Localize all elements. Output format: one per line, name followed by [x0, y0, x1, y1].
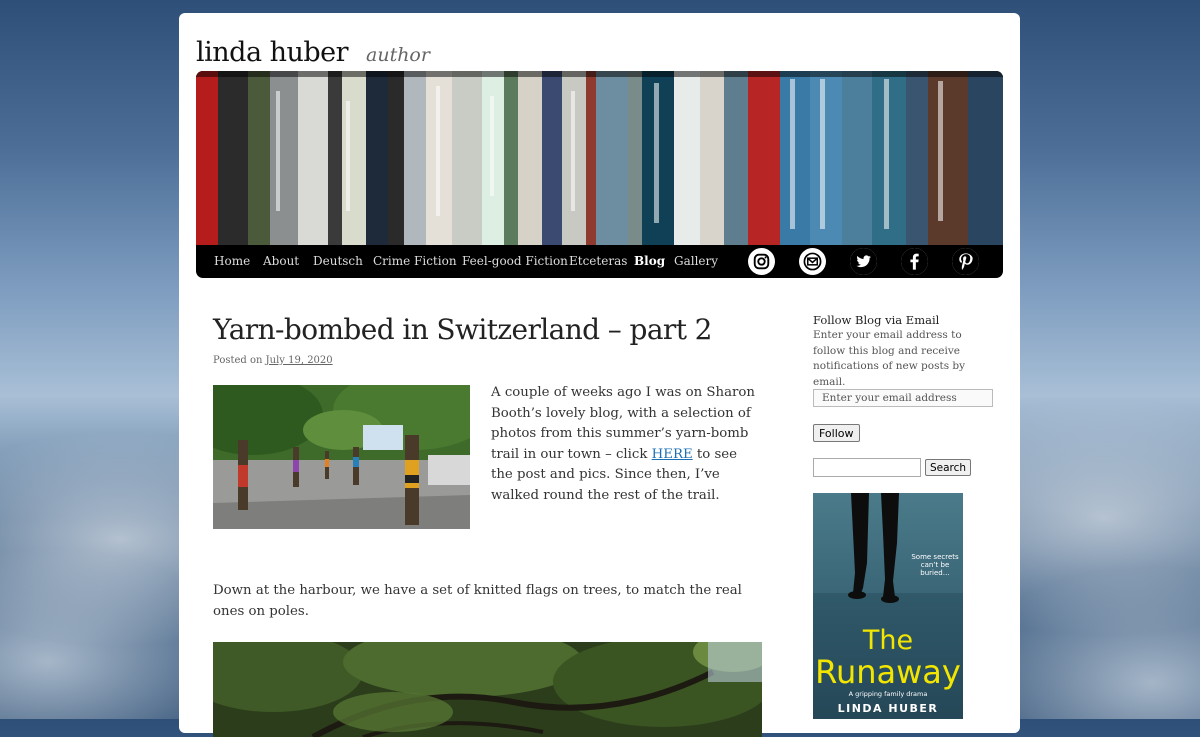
book-title-line2: Runaway [815, 653, 961, 691]
nav-deutsch[interactable]: Deutsch [313, 254, 363, 268]
email-field[interactable] [813, 389, 993, 407]
follow-widget-title: Follow Blog via Email [813, 313, 940, 327]
follow-widget-text: Enter your email address to follow this … [813, 329, 966, 388]
nav-etceteras[interactable]: Etceteras [569, 254, 627, 268]
nav-home[interactable]: Home [214, 254, 250, 268]
book-subtitle: A gripping family drama [848, 690, 928, 698]
post-title[interactable]: Yarn-bombed in Switzerland – part 2 [213, 313, 712, 346]
header-bookshelf-image [196, 71, 1003, 245]
post-paragraph-1: A couple of weeks ago I was on Sharon Bo… [491, 383, 761, 506]
facebook-icon[interactable] [901, 248, 928, 275]
nav-feel-good-fiction[interactable]: Feel-good Fiction [462, 254, 568, 268]
search-button[interactable]: Search [925, 459, 972, 476]
nav-blog[interactable]: Blog [634, 254, 665, 268]
yarn-bomb-trees-photo[interactable] [213, 385, 470, 529]
posted-on-label: Posted on [213, 355, 263, 366]
instagram-icon[interactable] [748, 248, 775, 275]
here-link[interactable]: HERE [652, 447, 693, 462]
post-date-link[interactable]: July 19, 2020 [266, 355, 333, 366]
follow-button[interactable]: Follow [813, 424, 860, 442]
harbour-trees-photo[interactable] [213, 642, 762, 737]
site-title[interactable]: linda huber [196, 37, 349, 68]
email-icon[interactable] [799, 248, 826, 275]
pinterest-icon[interactable] [952, 248, 979, 275]
search-input[interactable] [813, 458, 921, 477]
twitter-icon[interactable] [850, 248, 877, 275]
nav-gallery[interactable]: Gallery [674, 254, 718, 268]
book-author: LINDA HUBER [837, 702, 939, 715]
nav-crime-fiction[interactable]: Crime Fiction [373, 254, 457, 268]
book-title-line1: The [862, 625, 914, 656]
post-paragraph-2: Down at the harbour, we have a set of kn… [213, 583, 742, 619]
book-tagline: Some secrets can’t be buried… [911, 553, 959, 577]
main-navigation: Home About Deutsch Crime Fiction Feel-go… [196, 245, 1003, 278]
nav-about[interactable]: About [263, 254, 299, 268]
page-container: linda huber author Home About Deutsch Cr… [179, 13, 1020, 737]
site-tagline: author [366, 44, 430, 66]
book-cover-the-runaway[interactable]: Some secrets can’t be buried… The Runawa… [813, 493, 963, 719]
post-meta: Posted on July 19, 2020 [213, 355, 333, 366]
